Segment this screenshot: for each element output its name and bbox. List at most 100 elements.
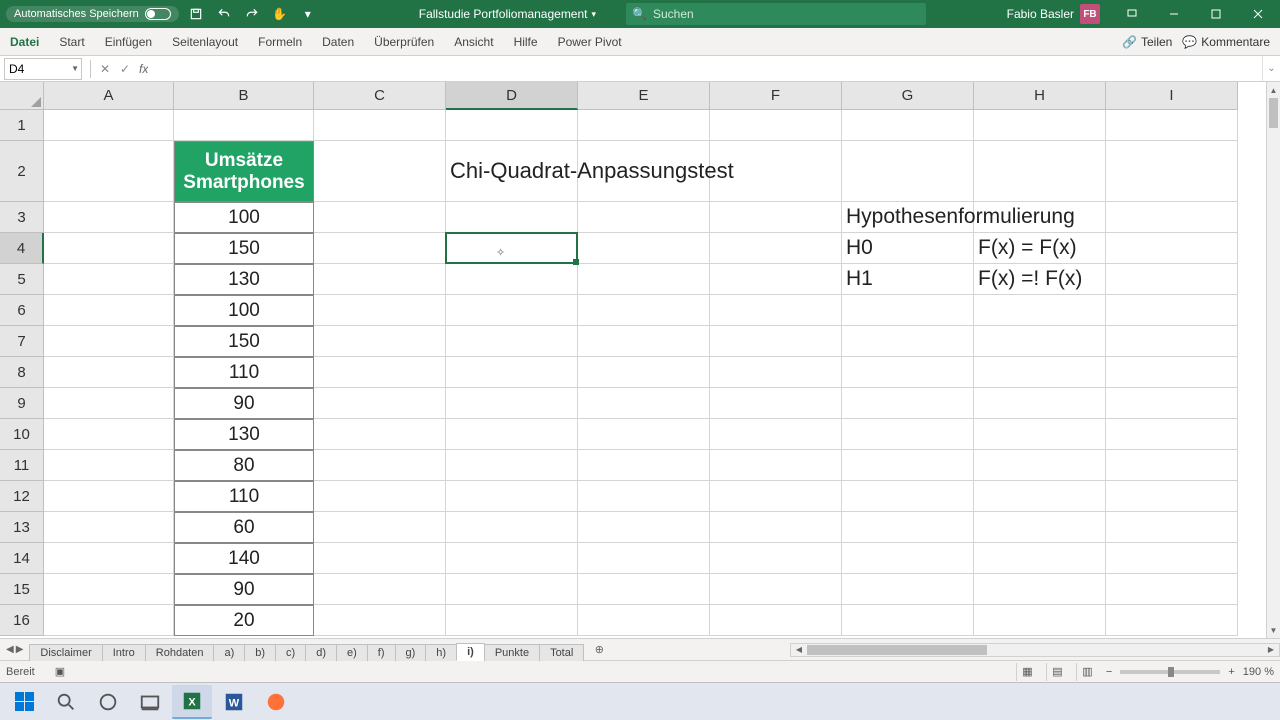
cell[interactable] <box>974 295 1106 326</box>
column-header[interactable]: G <box>842 82 974 110</box>
zoom-level[interactable]: 190 % <box>1243 666 1274 678</box>
cell[interactable] <box>1106 202 1238 233</box>
add-sheet-button[interactable]: ⊕ <box>589 643 609 656</box>
cell[interactable] <box>44 574 174 605</box>
sheet-tab[interactable]: b) <box>244 644 276 661</box>
cell[interactable] <box>314 326 446 357</box>
cell[interactable] <box>446 233 578 264</box>
cell[interactable] <box>1106 450 1238 481</box>
row-header[interactable]: 5 <box>0 264 44 295</box>
scroll-down-icon[interactable]: ▼ <box>1267 622 1280 638</box>
cell[interactable] <box>1106 419 1238 450</box>
cell[interactable]: 110 <box>174 481 314 512</box>
column-header[interactable]: F <box>710 82 842 110</box>
zoom-in-icon[interactable]: + <box>1228 666 1234 678</box>
cell[interactable] <box>842 419 974 450</box>
sheet-nav[interactable]: ◀▶ <box>0 644 29 655</box>
cell[interactable] <box>710 605 842 636</box>
sheet-tab[interactable]: i) <box>456 643 485 661</box>
cell[interactable] <box>314 110 446 141</box>
cell[interactable] <box>578 357 710 388</box>
cell[interactable] <box>578 388 710 419</box>
share-button[interactable]: 🔗 Teilen <box>1122 35 1172 49</box>
cell[interactable] <box>974 357 1106 388</box>
cell[interactable]: 80 <box>174 450 314 481</box>
cell[interactable] <box>578 326 710 357</box>
cell[interactable] <box>44 233 174 264</box>
comments-button[interactable]: 💬 Kommentare <box>1182 35 1270 49</box>
cell[interactable] <box>1106 295 1238 326</box>
cell[interactable] <box>842 388 974 419</box>
undo-icon[interactable] <box>213 3 235 25</box>
cell[interactable]: F(x) =! F(x) <box>974 264 1106 295</box>
cell[interactable] <box>446 202 578 233</box>
cell[interactable] <box>710 202 842 233</box>
cell[interactable] <box>1106 512 1238 543</box>
cell[interactable] <box>1106 110 1238 141</box>
cell[interactable]: 150 <box>174 233 314 264</box>
cell[interactable]: 100 <box>174 295 314 326</box>
cell[interactable] <box>842 574 974 605</box>
ribbon-options-icon[interactable] <box>1112 0 1152 28</box>
sheet-tab[interactable]: Intro <box>102 644 146 661</box>
firefox-icon[interactable] <box>256 685 296 719</box>
row-header[interactable]: 12 <box>0 481 44 512</box>
minimize-button[interactable] <box>1154 0 1194 28</box>
row-header[interactable]: 14 <box>0 543 44 574</box>
row-header[interactable]: 6 <box>0 295 44 326</box>
row-header[interactable]: 9 <box>0 388 44 419</box>
start-button[interactable] <box>4 685 44 719</box>
sheet-tab[interactable]: Total <box>539 644 584 661</box>
cell[interactable] <box>446 419 578 450</box>
cell[interactable]: F(x) = F(x) <box>974 233 1106 264</box>
sheet-tab[interactable]: e) <box>336 644 368 661</box>
cell[interactable] <box>710 357 842 388</box>
cell[interactable] <box>1106 264 1238 295</box>
cell[interactable] <box>578 295 710 326</box>
cell[interactable] <box>44 110 174 141</box>
cell[interactable] <box>578 450 710 481</box>
cell[interactable] <box>314 233 446 264</box>
cell[interactable] <box>1106 357 1238 388</box>
cell[interactable] <box>314 357 446 388</box>
cell[interactable] <box>314 543 446 574</box>
sheet-tab[interactable]: d) <box>305 644 337 661</box>
cell[interactable] <box>974 450 1106 481</box>
row-header[interactable]: 2 <box>0 141 44 202</box>
cell[interactable] <box>446 110 578 141</box>
ribbon-tab-daten[interactable]: Daten <box>312 28 364 55</box>
sheet-tab[interactable]: c) <box>275 644 306 661</box>
cell[interactable] <box>1106 543 1238 574</box>
cell[interactable] <box>314 512 446 543</box>
cell[interactable]: 20 <box>174 605 314 636</box>
column-header[interactable]: I <box>1106 82 1238 110</box>
cell[interactable] <box>974 543 1106 574</box>
cell[interactable] <box>446 574 578 605</box>
cell[interactable] <box>446 512 578 543</box>
column-header[interactable]: H <box>974 82 1106 110</box>
cell[interactable] <box>578 419 710 450</box>
maximize-button[interactable] <box>1196 0 1236 28</box>
cell[interactable]: 90 <box>174 574 314 605</box>
save-icon[interactable] <box>185 3 207 25</box>
ribbon-tab-überprüfen[interactable]: Überprüfen <box>364 28 444 55</box>
cell[interactable] <box>710 110 842 141</box>
ribbon-tab-seitenlayout[interactable]: Seitenlayout <box>162 28 248 55</box>
cell[interactable] <box>842 141 974 202</box>
cell[interactable] <box>974 141 1106 202</box>
cell[interactable] <box>974 110 1106 141</box>
ribbon-tab-power pivot[interactable]: Power Pivot <box>548 28 632 55</box>
sheet-tab[interactable]: Rohdaten <box>145 644 215 661</box>
cell[interactable] <box>44 388 174 419</box>
excel-icon[interactable]: X <box>172 685 212 719</box>
cell[interactable]: 130 <box>174 264 314 295</box>
cell[interactable] <box>842 543 974 574</box>
macro-record-icon[interactable]: ▣ <box>55 665 65 678</box>
cell[interactable] <box>1106 326 1238 357</box>
cell[interactable] <box>578 512 710 543</box>
cell[interactable]: 110 <box>174 357 314 388</box>
row-header[interactable]: 3 <box>0 202 44 233</box>
row-header[interactable]: 4 <box>0 233 44 264</box>
cell[interactable]: H0 <box>842 233 974 264</box>
cell[interactable]: 60 <box>174 512 314 543</box>
